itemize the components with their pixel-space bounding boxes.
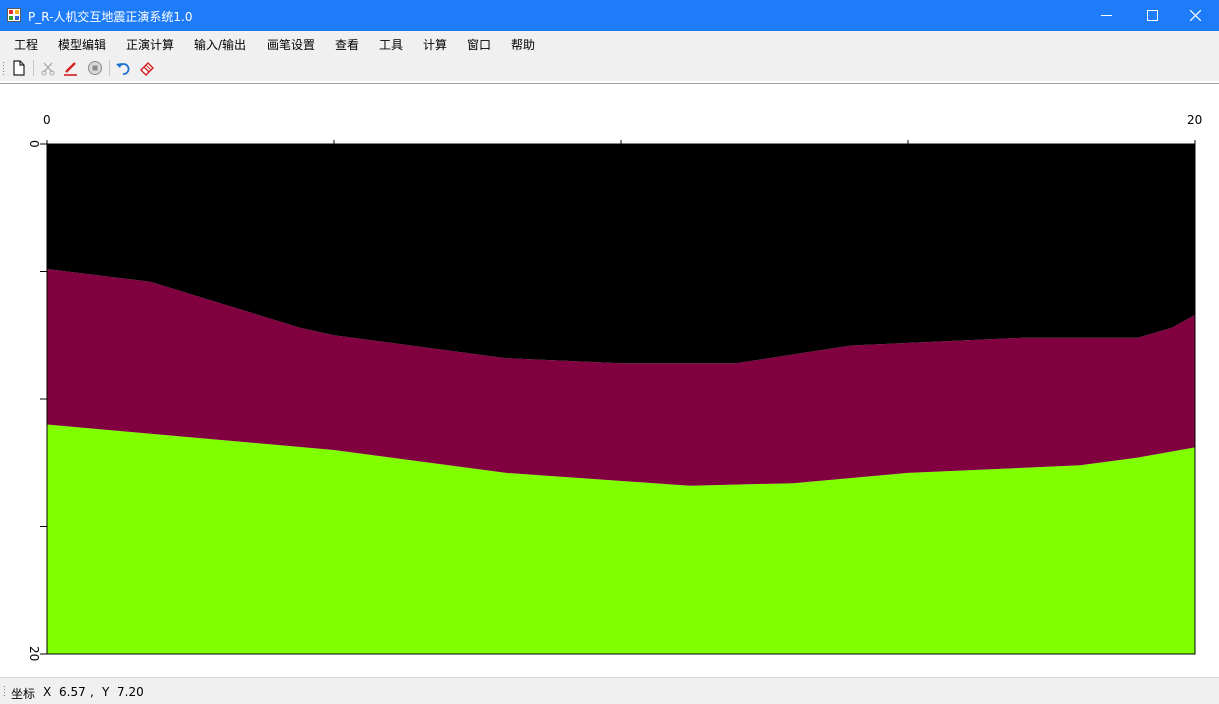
toolbar-separator xyxy=(109,60,110,76)
app-icon xyxy=(7,8,21,22)
x-axis xyxy=(46,140,1196,144)
eraser-icon xyxy=(140,62,154,76)
cut-button[interactable] xyxy=(39,59,57,77)
window-title: P_R-人机交互地震正演系统1.0 xyxy=(28,10,193,24)
status-bar: 坐标 X 6.57 , Y 7.20 xyxy=(0,677,1219,704)
menu-compute[interactable]: 计算 xyxy=(423,36,447,53)
pencil-icon xyxy=(64,62,77,76)
minimize-button[interactable] xyxy=(1084,0,1130,31)
cut-icon xyxy=(41,62,55,76)
toolbar-separator xyxy=(33,60,34,76)
close-icon xyxy=(1190,10,1201,21)
menu-pen-settings[interactable]: 画笔设置 xyxy=(267,36,315,53)
menu-bar: 工程 模型编辑 正演计算 输入/输出 画笔设置 查看 工具 计算 窗口 帮助 xyxy=(0,31,1219,56)
undo-button[interactable] xyxy=(114,59,132,77)
menu-tools[interactable]: 工具 xyxy=(379,36,403,53)
pencil-button[interactable] xyxy=(62,59,80,77)
drawing-canvas[interactable]: 0 20 0 20 xyxy=(0,84,1219,676)
coordinate-separator: , xyxy=(90,685,94,699)
y-label: Y xyxy=(102,685,110,699)
title-bar: P_R-人机交互地震正演系统1.0 xyxy=(0,0,1219,31)
stop-button[interactable] xyxy=(86,59,104,77)
maximize-icon xyxy=(1147,10,1158,21)
minimize-icon xyxy=(1101,15,1112,16)
y-tick-label-start: 0 xyxy=(27,140,41,148)
coordinate-label: 坐标 xyxy=(11,687,36,701)
y-axis xyxy=(40,143,47,655)
menu-view[interactable]: 查看 xyxy=(335,36,359,53)
menu-project[interactable]: 工程 xyxy=(14,36,38,53)
menu-io[interactable]: 输入/输出 xyxy=(194,36,246,53)
x-value: 6.57 xyxy=(59,685,86,699)
menu-forward-calc[interactable]: 正演计算 xyxy=(126,36,174,53)
x-tick-label-end: 20 xyxy=(1187,113,1202,127)
x-label: X xyxy=(43,685,52,699)
stop-icon xyxy=(88,61,102,75)
new-file-button[interactable] xyxy=(10,59,28,77)
maximize-button[interactable] xyxy=(1130,0,1176,31)
undo-icon xyxy=(116,63,130,75)
y-value: 7.20 xyxy=(117,685,144,699)
model-plot[interactable]: 0 20 0 20 xyxy=(0,84,1219,676)
menu-help[interactable]: 帮助 xyxy=(511,36,535,53)
menu-window[interactable]: 窗口 xyxy=(467,36,491,53)
close-button[interactable] xyxy=(1173,0,1219,31)
x-tick-label-start: 0 xyxy=(43,113,51,127)
y-tick-label-end: 20 xyxy=(27,646,41,661)
toolbar xyxy=(0,56,1219,81)
status-grip xyxy=(4,686,5,696)
toolbar-grip[interactable] xyxy=(2,61,5,77)
new-file-icon xyxy=(13,60,25,76)
eraser-button[interactable] xyxy=(138,59,156,77)
menu-model-edit[interactable]: 模型编辑 xyxy=(58,36,106,53)
